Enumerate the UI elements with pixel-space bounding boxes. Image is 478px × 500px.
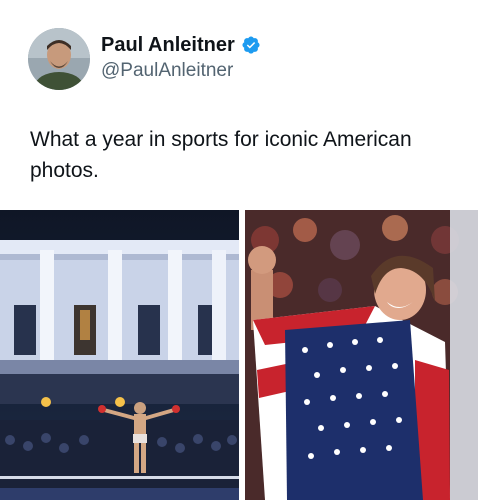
author-names: Paul Anleitner @PaulAnleitner [101,33,261,83]
tweet-photo-hockey[interactable] [245,210,478,500]
hockey-player-flag-photo [245,210,478,500]
author-handle[interactable]: @PaulAnleitner [101,59,261,83]
verified-badge-icon [242,36,260,54]
author-display-name[interactable]: Paul Anleitner [101,33,235,57]
tweet-header: Paul Anleitner @PaulAnleitner [28,28,261,90]
avatar[interactable] [28,28,90,90]
white-house-wrestler-photo [0,210,239,500]
tweet-photo-white-house[interactable] [0,210,239,500]
tweet-text: What a year in sports for iconic America… [30,128,412,182]
